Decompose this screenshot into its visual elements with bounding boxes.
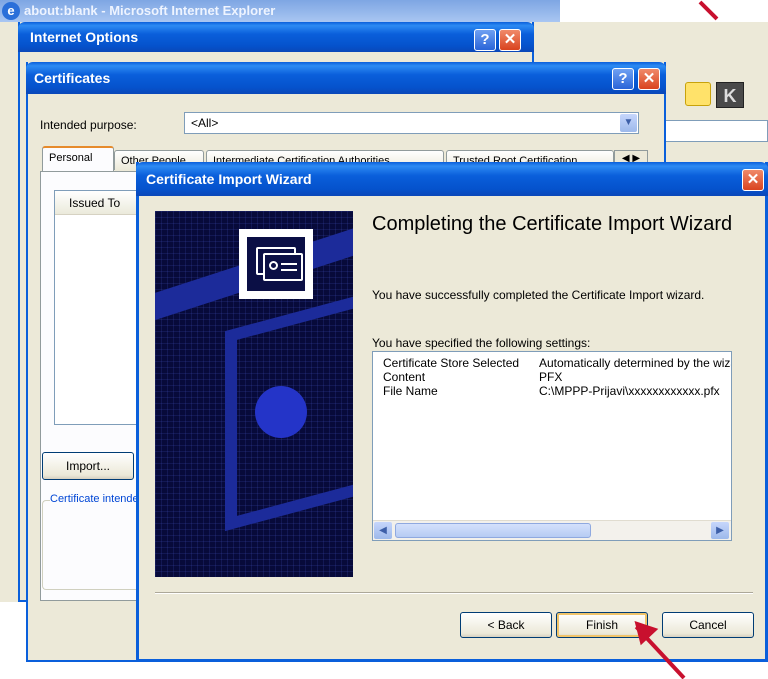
- intended-purpose-label: Intended purpose:: [40, 118, 137, 132]
- wizard-success-text: You have successfully completed the Cert…: [372, 288, 705, 302]
- certificates-close-button[interactable]: ✕: [638, 68, 660, 90]
- setting-value: PFX: [539, 370, 563, 384]
- scroll-left-icon[interactable]: ◀: [374, 522, 392, 539]
- setting-value: Automatically determined by the wizard: [539, 356, 732, 370]
- certificate-purposes-group: [42, 500, 142, 590]
- ie-titlebar: about:blank - Microsoft Internet Explore…: [0, 0, 560, 22]
- internet-options-titlebar: Internet Options: [18, 22, 534, 52]
- certificates-titlebar: Certificates: [26, 62, 666, 94]
- issued-to-label: Issued To: [69, 196, 121, 210]
- setting-value: C:\MPPP-Prijavi\xxxxxxxxxxxx.pfx: [539, 384, 720, 398]
- chevron-down-icon[interactable]: ▼: [620, 114, 637, 132]
- certificate-purposes-group-label: Certificate intended purposes: [50, 493, 138, 505]
- scroll-thumb[interactable]: [395, 523, 591, 538]
- ie-title: about:blank - Microsoft Internet Explore…: [24, 3, 276, 18]
- scroll-right-icon[interactable]: ▶: [711, 522, 729, 539]
- settings-row: Content PFX: [383, 370, 731, 384]
- horizontal-scrollbar[interactable]: ◀ ▶: [373, 520, 731, 540]
- annotation-arrow-top: [698, 0, 719, 21]
- certificates-help-button[interactable]: ?: [612, 68, 634, 90]
- setting-name: File Name: [383, 384, 438, 398]
- graphic-circle-shape: [255, 386, 307, 438]
- back-button[interactable]: < Back: [460, 612, 552, 638]
- cancel-button[interactable]: Cancel: [662, 612, 754, 638]
- wizard-separator: [155, 592, 753, 594]
- wizard-heading: Completing the Certificate Import Wizard: [372, 213, 733, 235]
- intended-purpose-select[interactable]: <All>: [184, 112, 639, 134]
- internet-options-title: Internet Options: [30, 29, 139, 45]
- settings-row: File Name C:\MPPP-Prijavi\xxxxxxxxxxxx.p…: [383, 384, 731, 398]
- setting-name: Content: [383, 370, 426, 384]
- wizard-titlebar: Certificate Import Wizard: [136, 162, 768, 196]
- internet-options-help-button[interactable]: ?: [474, 29, 496, 51]
- ie-logo-icon: e: [2, 2, 20, 20]
- certificate-icon: [239, 229, 313, 299]
- certificates-title: Certificates: [34, 70, 111, 86]
- settings-row: Certificate Store Selected Automatically…: [383, 356, 732, 370]
- column-header-issued-to[interactable]: Issued To: [55, 191, 144, 215]
- wizard-close-button[interactable]: ✕: [742, 169, 764, 191]
- wizard-side-graphic: [155, 211, 353, 577]
- setting-name: Certificate Store Selected: [383, 356, 520, 370]
- wizard-settings-label: You have specified the following setting…: [372, 336, 591, 350]
- internet-options-close-button[interactable]: ✕: [499, 29, 521, 51]
- tab-personal[interactable]: Personal: [42, 146, 114, 172]
- k-icon[interactable]: K: [716, 82, 744, 108]
- wizard-title: Certificate Import Wizard: [146, 171, 312, 187]
- settings-listbox[interactable]: Certificate Store Selected Automatically…: [372, 351, 732, 541]
- import-button[interactable]: Import...: [42, 452, 134, 480]
- notes-icon[interactable]: [685, 82, 711, 106]
- certificates-list[interactable]: [54, 190, 144, 425]
- intended-purpose-value: <All>: [191, 116, 219, 130]
